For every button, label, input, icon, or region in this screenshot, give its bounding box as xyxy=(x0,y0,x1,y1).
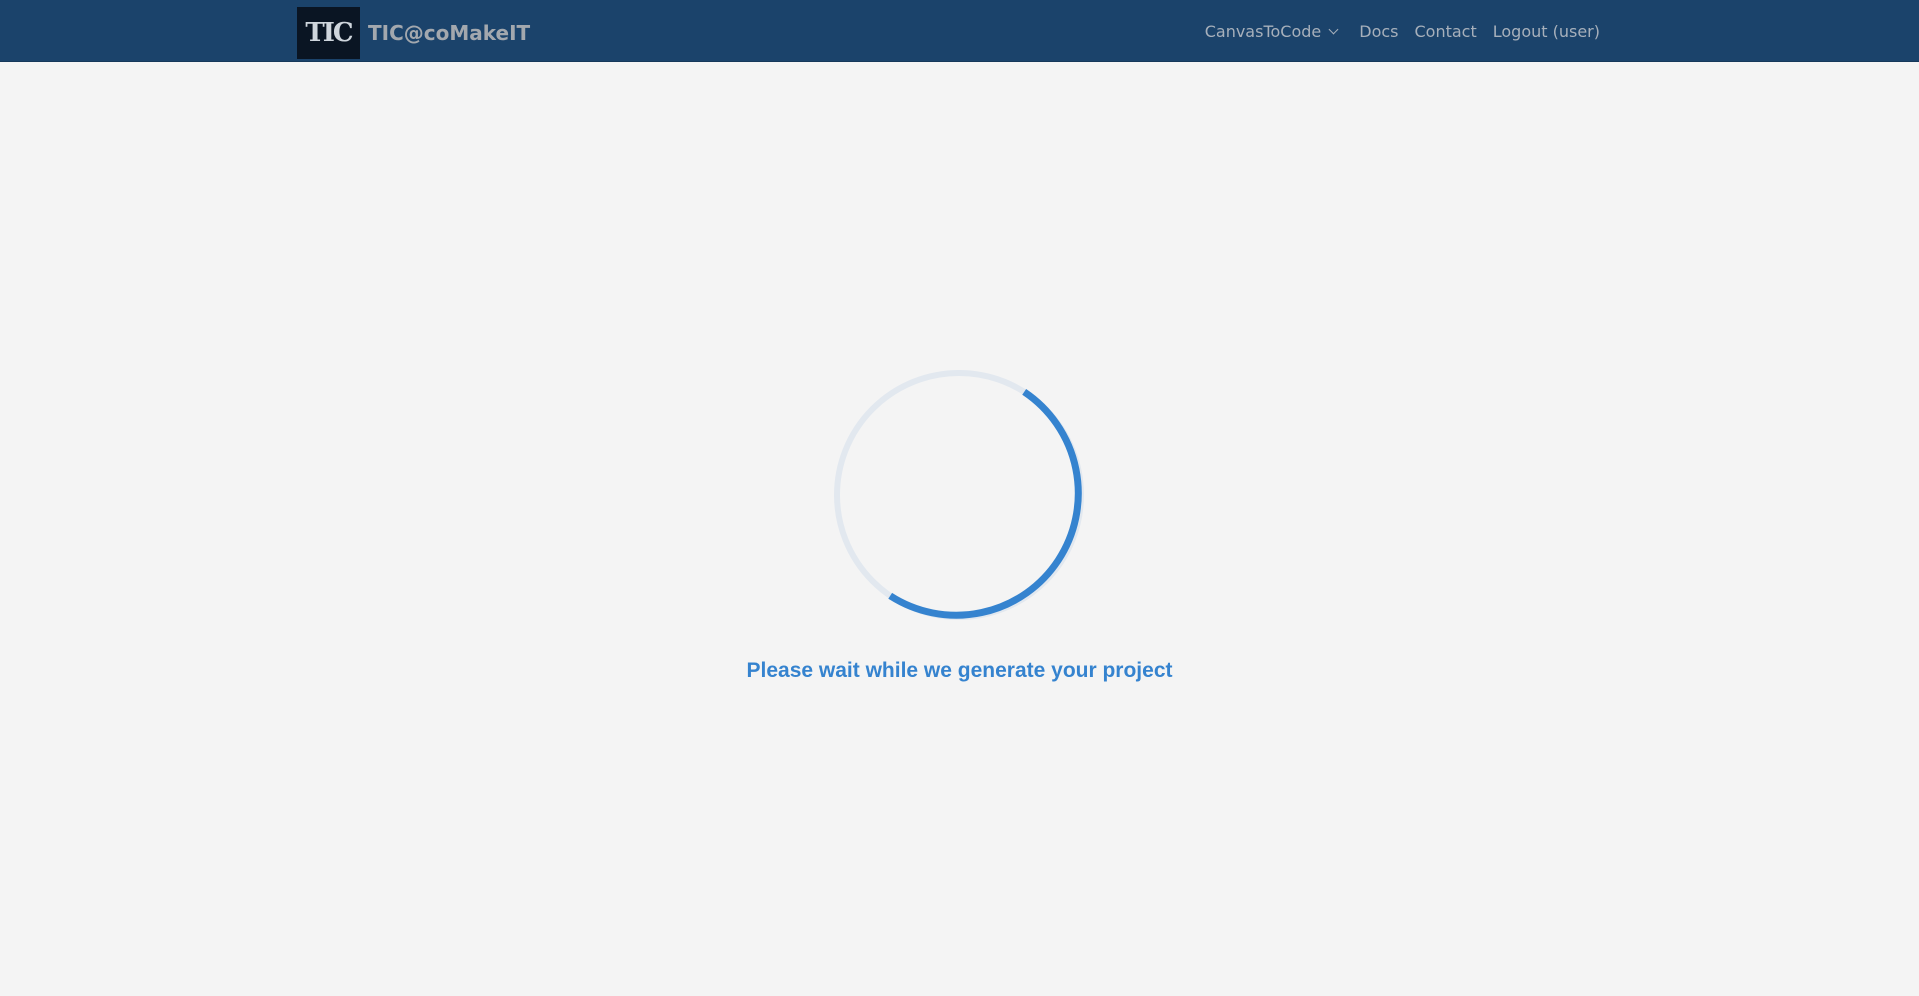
top-navbar: TIC TIC@coMakeIT CanvasToCode Docs Conta… xyxy=(0,0,1919,62)
nav-canvastocode-label: CanvasToCode xyxy=(1204,21,1322,41)
nav-logout-link[interactable]: Logout (user) xyxy=(1493,22,1600,41)
brand-logo-text: TIC xyxy=(305,18,353,48)
nav-docs-link[interactable]: Docs xyxy=(1359,22,1398,41)
loading-message: Please wait while we generate your proje… xyxy=(746,659,1173,682)
nav-canvastocode-dropdown[interactable]: CanvasToCode xyxy=(1205,22,1344,41)
loading-spinner-icon xyxy=(834,370,1084,620)
spinner-arc xyxy=(888,388,1082,619)
brand-name: TIC@coMakeIT xyxy=(368,21,531,45)
nav-links: CanvasToCode Docs Contact Logout (user) xyxy=(1205,0,1600,62)
nav-contact-link[interactable]: Contact xyxy=(1415,22,1477,41)
brand-logo: TIC xyxy=(297,7,360,59)
brand-link[interactable]: TIC TIC@coMakeIT xyxy=(297,7,530,59)
chevron-down-icon xyxy=(1328,24,1339,35)
